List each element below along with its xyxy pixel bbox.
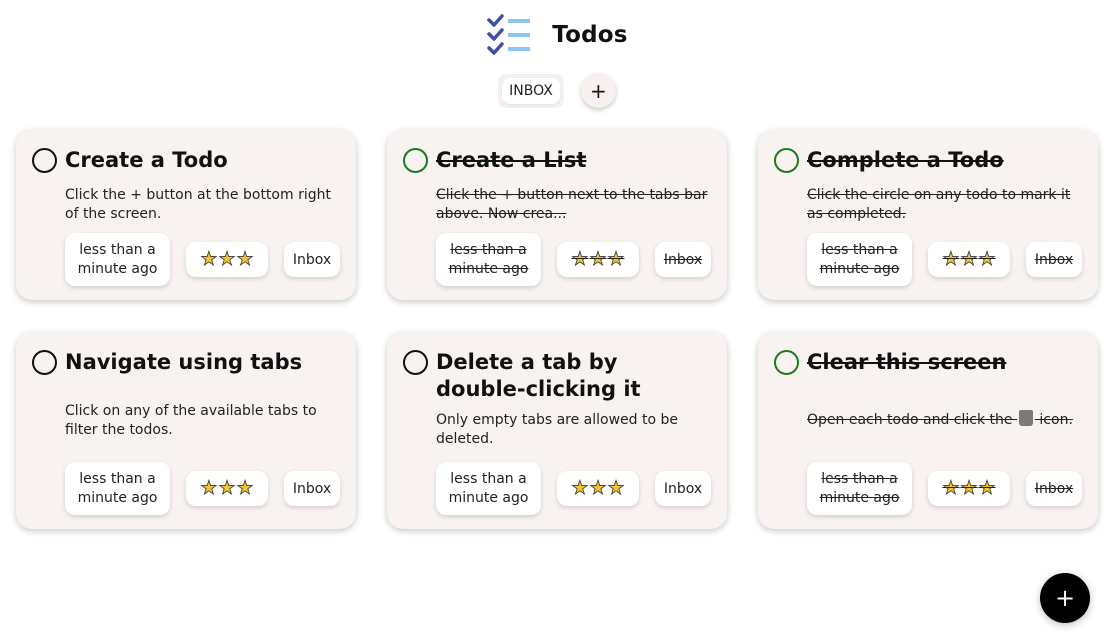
timestamp-chip: less than a minute ago xyxy=(436,462,541,515)
todo-grid: Create a Todo Click the + button at the … xyxy=(16,130,1098,529)
todo-title: Delete a tab by double-clicking it xyxy=(436,350,641,401)
tabs-bar: INBOX + xyxy=(0,73,1114,108)
complete-toggle-circle[interactable] xyxy=(774,148,799,173)
todo-title: Clear this screen xyxy=(807,350,1007,374)
priority-stars: ★ ★ ★ xyxy=(186,242,268,277)
todo-description: Only empty tabs are allowed to be delete… xyxy=(436,412,678,447)
complete-toggle-circle[interactable] xyxy=(403,350,428,375)
todo-title: Complete a Todo xyxy=(807,148,1004,172)
todo-description: Click on any of the available tabs to fi… xyxy=(65,403,317,438)
app-title: Todos xyxy=(552,22,628,48)
description-text: icon. xyxy=(1039,412,1073,428)
priority-stars: ★ ★ ★ xyxy=(928,242,1010,277)
star-icon: ★ xyxy=(978,477,996,499)
star-icon: ★ xyxy=(218,477,236,499)
star-icon: ★ xyxy=(607,477,625,499)
star-icon: ★ xyxy=(960,248,978,270)
complete-toggle-circle[interactable] xyxy=(32,148,57,173)
complete-toggle-circle[interactable] xyxy=(32,350,57,375)
star-icon: ★ xyxy=(571,248,589,270)
checklist-icon xyxy=(487,14,531,55)
priority-stars: ★ ★ ★ xyxy=(557,471,639,506)
star-icon: ★ xyxy=(218,248,236,270)
star-icon: ★ xyxy=(236,248,254,270)
todo-card[interactable]: Navigate using tabs Click on any of the … xyxy=(16,332,356,529)
star-icon: ★ xyxy=(200,477,218,499)
todo-card[interactable]: Create a List Click the + button next to… xyxy=(387,130,727,300)
star-icon: ★ xyxy=(942,248,960,270)
todo-card[interactable]: Delete a tab by double-clicking it Only … xyxy=(387,332,727,529)
todo-description: Click the + button next to the tabs bar … xyxy=(436,187,708,222)
tab-chip: Inbox xyxy=(655,242,711,277)
star-icon: ★ xyxy=(200,248,218,270)
description-text: Open each todo and click the xyxy=(807,412,1013,428)
star-icon: ★ xyxy=(978,248,996,270)
todo-description: Click the + button at the bottom right o… xyxy=(65,187,331,222)
tabs-list: INBOX xyxy=(498,73,564,108)
star-icon: ★ xyxy=(589,477,607,499)
star-icon: ★ xyxy=(571,477,589,499)
todo-description: Click the circle on any todo to mark it … xyxy=(807,187,1071,222)
todo-card[interactable]: Create a Todo Click the + button at the … xyxy=(16,130,356,300)
add-todo-button[interactable]: + xyxy=(1040,573,1090,623)
priority-stars: ★ ★ ★ xyxy=(186,471,268,506)
tab-chip: Inbox xyxy=(1026,471,1082,506)
star-icon: ★ xyxy=(960,477,978,499)
timestamp-chip: less than a minute ago xyxy=(436,233,541,286)
timestamp-chip: less than a minute ago xyxy=(65,233,170,286)
tab-inbox[interactable]: INBOX xyxy=(502,77,560,104)
todo-card[interactable]: Complete a Todo Click the circle on any … xyxy=(758,130,1098,300)
tab-chip: Inbox xyxy=(655,471,711,506)
star-icon: ★ xyxy=(589,248,607,270)
priority-stars: ★ ★ ★ xyxy=(557,242,639,277)
tab-chip: Inbox xyxy=(1026,242,1082,277)
todo-title: Create a List xyxy=(436,148,587,172)
timestamp-chip: less than a minute ago xyxy=(65,462,170,515)
add-tab-button[interactable]: + xyxy=(580,73,616,108)
timestamp-chip: less than a minute ago xyxy=(807,462,912,515)
priority-stars: ★ ★ ★ xyxy=(928,471,1010,506)
app-header: Todos xyxy=(0,14,1114,56)
todo-card[interactable]: Clear this screen Open each todo and cli… xyxy=(758,332,1098,529)
timestamp-chip: less than a minute ago xyxy=(807,233,912,286)
tab-chip: Inbox xyxy=(284,471,340,506)
todo-description: Open each todo and click the icon. xyxy=(807,410,1082,430)
trash-icon xyxy=(1018,410,1033,426)
star-icon: ★ xyxy=(236,477,254,499)
complete-toggle-circle[interactable] xyxy=(774,350,799,375)
todo-title: Navigate using tabs xyxy=(65,350,303,374)
star-icon: ★ xyxy=(942,477,960,499)
tab-chip: Inbox xyxy=(284,242,340,277)
star-icon: ★ xyxy=(607,248,625,270)
todo-title: Create a Todo xyxy=(65,148,228,172)
complete-toggle-circle[interactable] xyxy=(403,148,428,173)
